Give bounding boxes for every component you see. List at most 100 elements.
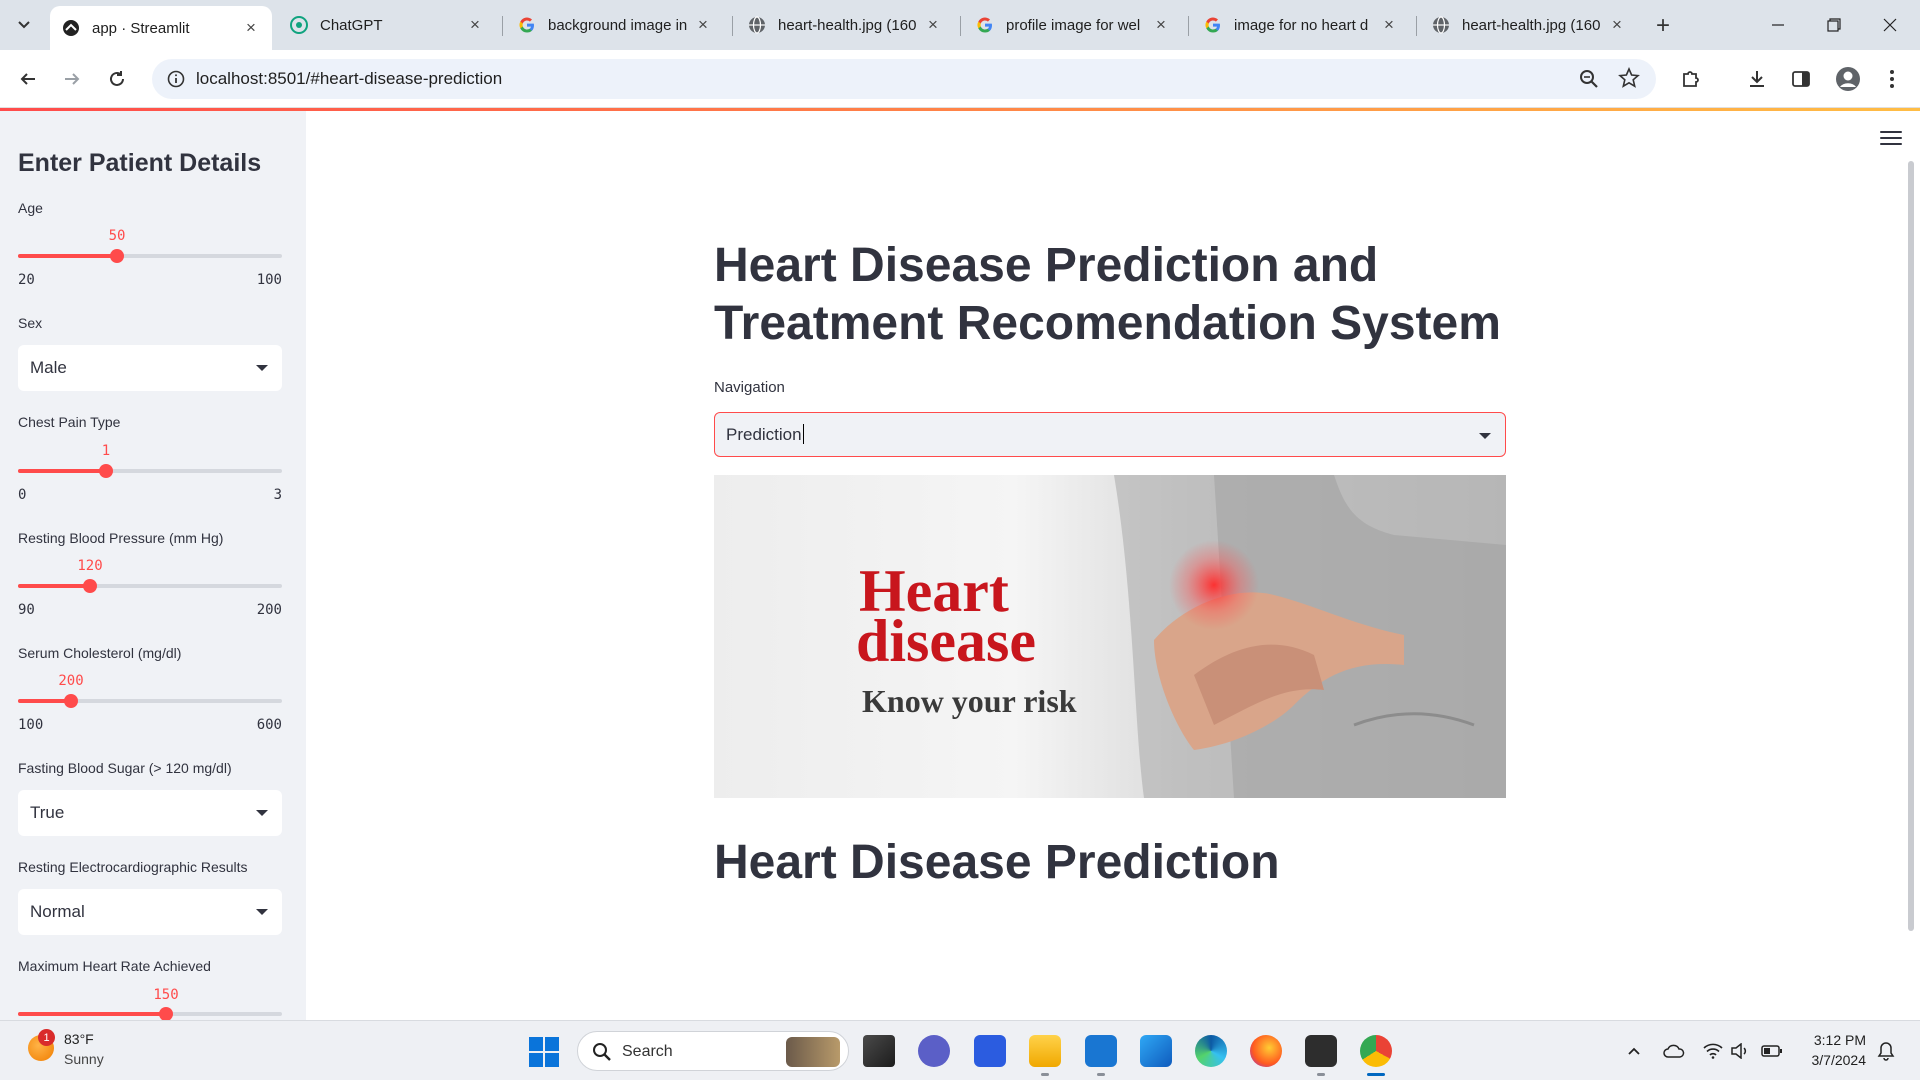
profile-button[interactable] — [1832, 63, 1864, 95]
chatgpt-icon — [290, 16, 308, 34]
navigation-label: Navigation — [714, 379, 785, 396]
scrollbar[interactable] — [1908, 161, 1914, 931]
clock-time[interactable]: 3:12 PM — [1814, 1032, 1866, 1048]
restore-button[interactable] — [1806, 0, 1862, 50]
close-icon[interactable]: × — [466, 15, 484, 34]
google-icon — [1204, 16, 1222, 34]
navigation-select[interactable]: Prediction — [714, 412, 1506, 457]
onedrive-icon[interactable] — [1662, 1039, 1686, 1063]
tab-separator — [960, 16, 961, 36]
tab-no-heart-image[interactable]: image for no heart d × — [1192, 6, 1410, 44]
arrow-left-icon — [20, 73, 35, 85]
terminal-icon[interactable] — [1305, 1035, 1337, 1067]
close-icon[interactable]: × — [1608, 15, 1626, 34]
fasting-blood-sugar-label: Fasting Blood Sugar (> 120 mg/dl) — [18, 760, 232, 776]
close-icon[interactable]: × — [694, 15, 712, 34]
search-icon — [593, 1043, 611, 1061]
battery-icon[interactable] — [1760, 1039, 1784, 1063]
close-icon[interactable]: × — [1152, 15, 1170, 34]
chevron-up-icon[interactable] — [1622, 1039, 1646, 1063]
tab-profile-image[interactable]: profile image for wel × — [964, 6, 1182, 44]
close-icon[interactable]: × — [924, 15, 942, 34]
tab-search-button[interactable] — [8, 10, 40, 40]
tab-heart-health-image[interactable]: heart-health.jpg (160 × — [736, 6, 954, 44]
slider-thumb[interactable] — [110, 249, 124, 263]
weather-description[interactable]: Sunny — [64, 1051, 104, 1067]
banner-heading-line2: disease — [856, 608, 1036, 674]
clock-date[interactable]: 3/7/2024 — [1812, 1052, 1867, 1068]
more-vert-icon — [1890, 70, 1894, 88]
tab-streamlit[interactable]: app · Streamlit × — [50, 6, 272, 50]
forward-button[interactable] — [56, 63, 88, 95]
slider-thumb[interactable] — [159, 1007, 173, 1020]
app-menu-button[interactable] — [1880, 129, 1902, 147]
max-heart-rate-slider-value: 150 — [153, 987, 179, 1003]
chrome-icon[interactable] — [1360, 1035, 1392, 1067]
browser-menu-button[interactable] — [1876, 63, 1908, 95]
fasting-blood-sugar-select[interactable]: True — [18, 790, 282, 836]
chest-pain-max: 3 — [273, 487, 282, 503]
back-button[interactable] — [12, 63, 44, 95]
section-title: Heart Disease Prediction — [714, 836, 1280, 889]
weather-temperature[interactable]: 83°F — [64, 1031, 94, 1047]
notification-bell-icon[interactable] — [1874, 1039, 1898, 1063]
sex-select[interactable]: Male — [18, 345, 282, 391]
age-min: 20 — [18, 272, 35, 288]
heart-disease-banner-image: Heart disease Know your risk — [714, 475, 1506, 798]
file-explorer-icon[interactable] — [1029, 1035, 1061, 1067]
wifi-icon[interactable] — [1701, 1039, 1725, 1063]
slider-thumb[interactable] — [64, 694, 78, 708]
running-indicator — [1097, 1073, 1105, 1076]
chest-pain-slider[interactable] — [18, 464, 282, 478]
blood-pressure-label: Resting Blood Pressure (mm Hg) — [18, 530, 224, 546]
caret-down-icon — [256, 365, 268, 371]
firefox-icon[interactable] — [1250, 1035, 1282, 1067]
downloads-button[interactable] — [1741, 63, 1773, 95]
ecg-select[interactable]: Normal — [18, 889, 282, 935]
star-icon[interactable] — [1618, 66, 1640, 94]
close-icon[interactable]: × — [242, 18, 260, 37]
cholesterol-slider[interactable] — [18, 694, 282, 708]
age-max: 100 — [256, 272, 282, 288]
minimize-button[interactable] — [1750, 0, 1806, 50]
tab-title: ChatGPT — [320, 16, 383, 34]
zoom-icon[interactable] — [1578, 68, 1600, 95]
notepad-icon[interactable] — [1085, 1035, 1117, 1067]
chevron-down-icon — [18, 21, 30, 29]
tab-chatgpt[interactable]: ChatGPT × — [278, 6, 496, 44]
url-text: localhost:8501/#heart-disease-prediction — [196, 69, 503, 88]
cholesterol-label: Serum Cholesterol (mg/dl) — [18, 645, 182, 661]
download-icon — [1750, 71, 1764, 87]
editor-app-icon[interactable] — [974, 1035, 1006, 1067]
volume-icon[interactable] — [1728, 1039, 1752, 1063]
windows-start-icon[interactable] — [528, 1036, 560, 1068]
max-heart-rate-slider[interactable] — [18, 1007, 282, 1020]
side-panel-button[interactable] — [1785, 63, 1817, 95]
tab-heart-health-image-2[interactable]: heart-health.jpg (160 × — [1420, 6, 1638, 44]
new-tab-button[interactable]: + — [1649, 12, 1677, 40]
edge-icon[interactable] — [1195, 1035, 1227, 1067]
task-view-icon[interactable] — [863, 1035, 895, 1067]
text-cursor — [802, 424, 804, 444]
blood-pressure-slider[interactable] — [18, 579, 282, 593]
slider-thumb[interactable] — [83, 579, 97, 593]
site-info-icon[interactable] — [162, 65, 190, 93]
close-icon[interactable]: × — [1380, 15, 1398, 34]
ecg-label: Resting Electrocardiographic Results — [18, 859, 248, 875]
taskbar-search[interactable]: Search — [577, 1031, 849, 1071]
cholesterol-max: 600 — [256, 717, 282, 733]
age-slider[interactable] — [18, 249, 282, 263]
age-slider-value: 50 — [108, 228, 126, 244]
tab-background-image[interactable]: background image in × — [506, 6, 724, 44]
globe-icon — [748, 16, 766, 34]
chat-icon[interactable] — [918, 1035, 950, 1067]
photos-icon[interactable] — [1140, 1035, 1172, 1067]
cholesterol-min: 100 — [18, 717, 44, 733]
extensions-button[interactable] — [1675, 63, 1707, 95]
chest-pain-min: 0 — [18, 487, 27, 503]
address-bar[interactable]: localhost:8501/#heart-disease-prediction — [152, 59, 1656, 99]
reload-button[interactable] — [101, 63, 133, 95]
slider-thumb[interactable] — [99, 464, 113, 478]
notification-badge: 1 — [38, 1029, 55, 1046]
close-window-button[interactable] — [1862, 0, 1918, 50]
